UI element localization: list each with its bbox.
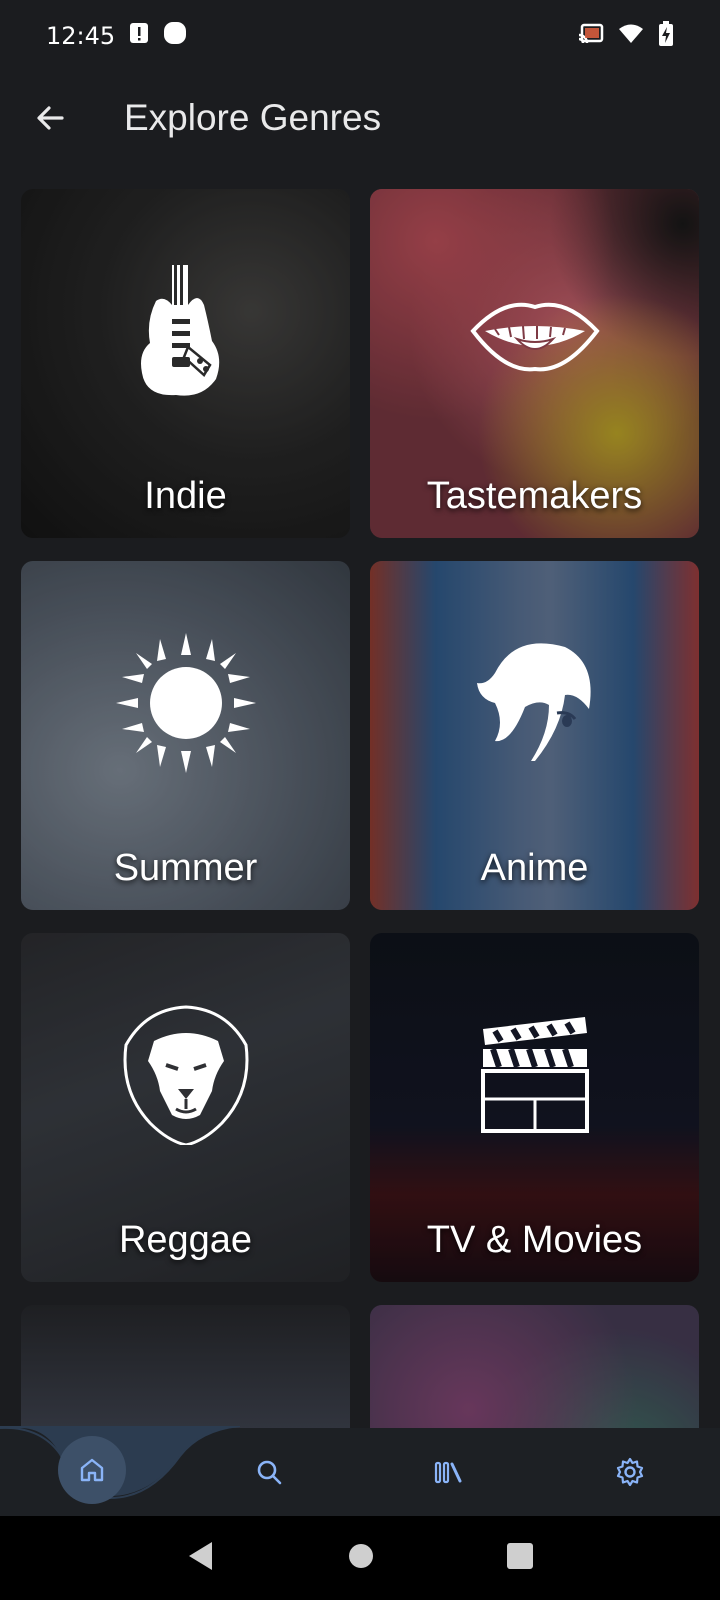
genre-label: Indie [144, 475, 227, 517]
clapperboard-icon [480, 1017, 589, 1133]
recents-square-icon[interactable] [506, 1542, 534, 1575]
home-circle-icon[interactable] [347, 1542, 375, 1575]
app-bar: Explore Genres [0, 72, 720, 164]
settings-icon [616, 1457, 644, 1487]
system-nav-bar [0, 1516, 720, 1600]
back-button[interactable] [26, 94, 74, 142]
lion-icon [123, 1005, 248, 1145]
genre-label: Reggae [118, 1219, 253, 1261]
page-title: Explore Genres [124, 97, 382, 138]
genre-card-summer[interactable]: Summer [21, 561, 350, 910]
nav-settings-button[interactable] [598, 1440, 662, 1504]
circle-notification-icon [163, 21, 187, 51]
home-icon [80, 1458, 104, 1482]
arrow-left-icon [37, 106, 64, 130]
genre-card-night[interactable] [21, 1305, 350, 1429]
status-time: 12:45 [46, 22, 116, 50]
battery-charging-icon [658, 21, 674, 51]
back-triangle-icon[interactable] [186, 1540, 216, 1577]
nav-search-button[interactable] [237, 1440, 301, 1504]
alert-icon [129, 21, 149, 51]
genre-label: Anime [480, 847, 589, 889]
genre-card-anime[interactable]: Anime [370, 561, 699, 910]
wifi-icon [618, 23, 644, 49]
anime-girl-icon [476, 643, 591, 761]
music-note-icon [465, 1377, 605, 1429]
nav-library-button[interactable] [417, 1440, 481, 1504]
night-sky-icon [116, 1377, 256, 1429]
genre-card-tastemakers[interactable]: Tastemakers [370, 189, 699, 538]
nav-home-button[interactable] [58, 1436, 126, 1504]
mouth-icon [469, 302, 600, 372]
sun-icon [115, 633, 256, 773]
genre-grid: Indie Tastemakers Summer Anime Reggae TV… [21, 189, 701, 1429]
genre-label: TV & Movies [426, 1219, 643, 1261]
status-bar: 12:45 [0, 0, 720, 72]
cast-icon [578, 23, 604, 49]
library-icon [434, 1461, 462, 1484]
genre-card-indie[interactable]: Indie [21, 189, 350, 538]
search-icon [257, 1460, 282, 1485]
genre-label: Summer [113, 847, 258, 889]
genre-card-music[interactable] [370, 1305, 699, 1429]
genre-card-tv-movies[interactable]: TV & Movies [370, 933, 699, 1282]
electric-guitar-icon [140, 261, 219, 396]
bottom-nav [0, 1426, 720, 1516]
genre-label: Tastemakers [426, 475, 643, 517]
genre-card-reggae[interactable]: Reggae [21, 933, 350, 1282]
